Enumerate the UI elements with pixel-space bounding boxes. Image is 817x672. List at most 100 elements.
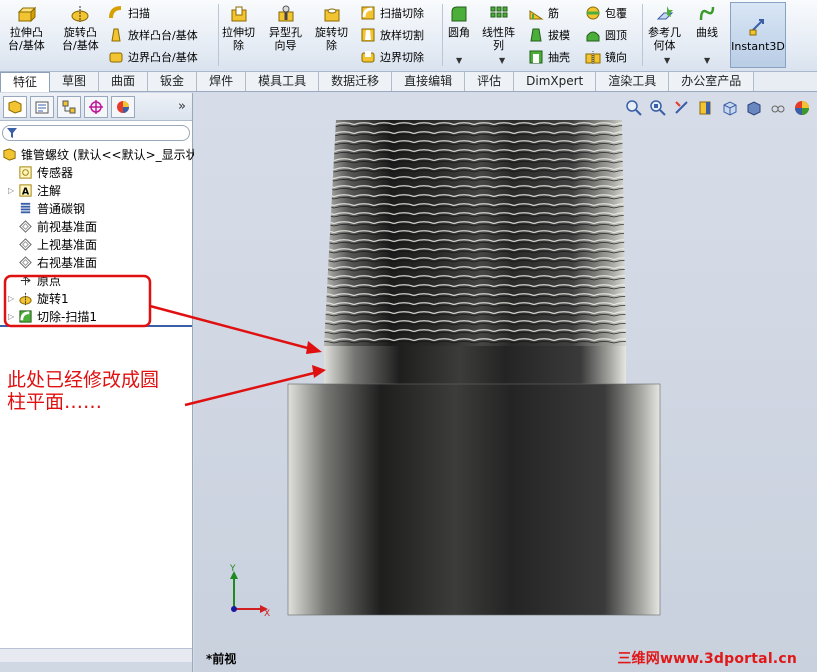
expand-arrow-icon[interactable]: ▷ <box>8 294 18 303</box>
mirror-label: 镜向 <box>605 51 627 64</box>
instant3d-icon <box>749 19 764 36</box>
tab-mold-tools[interactable]: 模具工具 <box>246 72 320 91</box>
fillet-dropdown-icon[interactable]: ▼ <box>456 56 462 65</box>
tab-sketch[interactable]: 草图 <box>50 72 100 91</box>
rib-button[interactable]: 筋 <box>528 3 559 23</box>
hole-wizard-button[interactable]: 异型孔 向导 <box>269 4 302 52</box>
lofted-cut-button[interactable]: 放样切割 <box>360 25 424 45</box>
property-manager-tab[interactable] <box>30 95 54 118</box>
sweep-icon <box>109 6 122 19</box>
panel-tabs: » <box>0 93 192 121</box>
shell-button[interactable]: 抽壳 <box>528 47 570 67</box>
cylindrical-face <box>324 346 626 384</box>
instant3d-button[interactable]: Instant3D <box>730 2 786 68</box>
curves-label: 曲线 <box>696 26 718 39</box>
tree-item-front-plane[interactable]: 前视基准面 <box>0 217 192 235</box>
loft-label: 放样凸台/基体 <box>128 29 198 42</box>
boundary-boss-label: 边界凸台/基体 <box>128 51 198 64</box>
tree-item-material[interactable]: 普通碳钢 <box>0 199 192 217</box>
tree-item-label: 传感器 <box>37 165 74 180</box>
extruded-cut-button[interactable]: 拉伸切 除 <box>222 4 255 52</box>
property-manager-icon <box>35 101 49 113</box>
tab-direct-editing[interactable]: 直接编辑 <box>392 72 466 91</box>
tree-item-revolve1[interactable]: ▷ 旋转1 <box>0 289 192 307</box>
swept-cut-button[interactable]: 扫描切除 <box>360 3 424 23</box>
tree-item-label: 前视基准面 <box>37 219 98 234</box>
tab-office-products[interactable]: 办公室产品 <box>669 72 755 91</box>
tree-root-part[interactable]: 锥管螺纹 (默认<<默认>_显示状 <box>0 145 198 163</box>
crosshair-icon <box>89 99 103 114</box>
boundary-boss-button[interactable]: 边界凸台/基体 <box>108 47 198 67</box>
hole-wizard-label2: 向导 <box>274 39 297 52</box>
configuration-manager-tab[interactable] <box>57 95 81 118</box>
rib-icon <box>529 10 544 20</box>
sensor-icon <box>19 165 32 179</box>
dome-button[interactable]: 圆顶 <box>585 25 627 45</box>
linear-pattern-button[interactable]: 线性阵 列 <box>482 4 515 52</box>
revolved-boss-button[interactable]: 旋转凸 台/基体 <box>62 4 99 52</box>
feature-manager-tab[interactable] <box>3 95 27 118</box>
tab-weldments[interactable]: 焊件 <box>197 72 247 91</box>
tree-root-label: 锥管螺纹 (默认<<默认>_显示状 <box>21 147 198 162</box>
curves-button[interactable]: 曲线 <box>696 4 718 39</box>
tree-item-sensors[interactable]: 传感器 <box>0 163 192 181</box>
rib-label: 筋 <box>548 7 559 20</box>
boundary-cut-icon <box>361 51 375 63</box>
curves-icon <box>699 6 715 21</box>
boundary-cut-button[interactable]: 边界切除 <box>360 47 424 67</box>
swept-cut-label: 扫描切除 <box>380 7 424 20</box>
hole-wizard-icon <box>278 5 293 22</box>
mirror-icon <box>585 51 601 64</box>
expand-arrow-icon[interactable]: ▷ <box>8 312 18 321</box>
part-model[interactable]: Y X <box>194 93 817 672</box>
linear-pattern-label1: 线性阵 <box>482 26 515 39</box>
fillet-button[interactable]: 圆角 <box>448 4 470 39</box>
feature-tree: 锥管螺纹 (默认<<默认>_显示状 传感器 ▷ A 注解 普通碳钢 前视基准面 … <box>0 145 198 325</box>
mirror-button[interactable]: 镜向 <box>585 47 627 67</box>
curves-dropdown-icon[interactable]: ▼ <box>704 56 710 65</box>
draft-button[interactable]: 拔模 <box>528 25 570 45</box>
extruded-boss-button[interactable]: 拉伸凸 台/基体 <box>8 4 45 52</box>
reference-geometry-button[interactable]: 参考几 何体 <box>648 4 681 52</box>
reference-geometry-label1: 参考几 <box>648 26 681 39</box>
graphics-area[interactable]: Y X *前视 三维网www.3dportal.cn <box>194 93 817 672</box>
sweep-button[interactable]: 扫描 <box>108 3 150 23</box>
reference-dropdown-icon[interactable]: ▼ <box>664 56 670 65</box>
sweep-label: 扫描 <box>128 7 150 20</box>
tab-surfaces[interactable]: 曲面 <box>99 72 149 91</box>
loft-button[interactable]: 放样凸台/基体 <box>108 25 198 45</box>
draft-label: 拔模 <box>548 29 570 42</box>
svg-text:Y: Y <box>229 564 236 574</box>
more-tabs-icon[interactable]: » <box>178 99 186 114</box>
tab-features[interactable]: 特征 <box>0 72 51 92</box>
tab-sheet-metal[interactable]: 钣金 <box>148 72 198 91</box>
revolved-boss-label1: 旋转凸 <box>63 26 97 39</box>
material-icon <box>20 202 31 213</box>
tab-dimxpert[interactable]: DimXpert <box>514 72 597 91</box>
tree-item-right-plane[interactable]: 右视基准面 <box>0 253 192 271</box>
revolved-cut-button[interactable]: 旋转切 除 <box>315 4 348 52</box>
tree-item-sweep-cut1[interactable]: ▷ 切除-扫描1 <box>0 307 192 325</box>
tree-item-top-plane[interactable]: 上视基准面 <box>0 235 192 253</box>
expand-arrow-icon[interactable]: ▷ <box>8 186 18 195</box>
tree-horizontal-scrollbar[interactable] <box>0 648 192 662</box>
extruded-boss-icon <box>18 6 37 23</box>
display-manager-tab[interactable] <box>111 95 135 118</box>
tab-data-migration[interactable]: 数据迁移 <box>319 72 393 91</box>
annotation-callout: 此处已经修改成圆 柱平面…… <box>5 367 185 507</box>
tree-item-annotations[interactable]: ▷ A 注解 <box>0 181 192 199</box>
base-body <box>287 383 661 616</box>
instant3d-label: Instant3D <box>731 40 785 53</box>
revolve-icon <box>19 292 32 305</box>
revolved-cut-icon <box>324 8 339 22</box>
tree-item-label: 上视基准面 <box>37 237 98 252</box>
tab-evaluate[interactable]: 评估 <box>465 72 515 91</box>
wrap-button[interactable]: 包覆 <box>585 3 627 23</box>
tree-filter-input[interactable] <box>2 125 190 141</box>
dimxpert-manager-tab[interactable] <box>84 95 108 118</box>
tab-render-tools[interactable]: 渲染工具 <box>596 72 670 91</box>
filter-icon <box>7 128 17 138</box>
plane-icon <box>19 237 32 251</box>
pattern-dropdown-icon[interactable]: ▼ <box>499 56 505 65</box>
tree-item-origin[interactable]: 原点 <box>0 271 192 289</box>
